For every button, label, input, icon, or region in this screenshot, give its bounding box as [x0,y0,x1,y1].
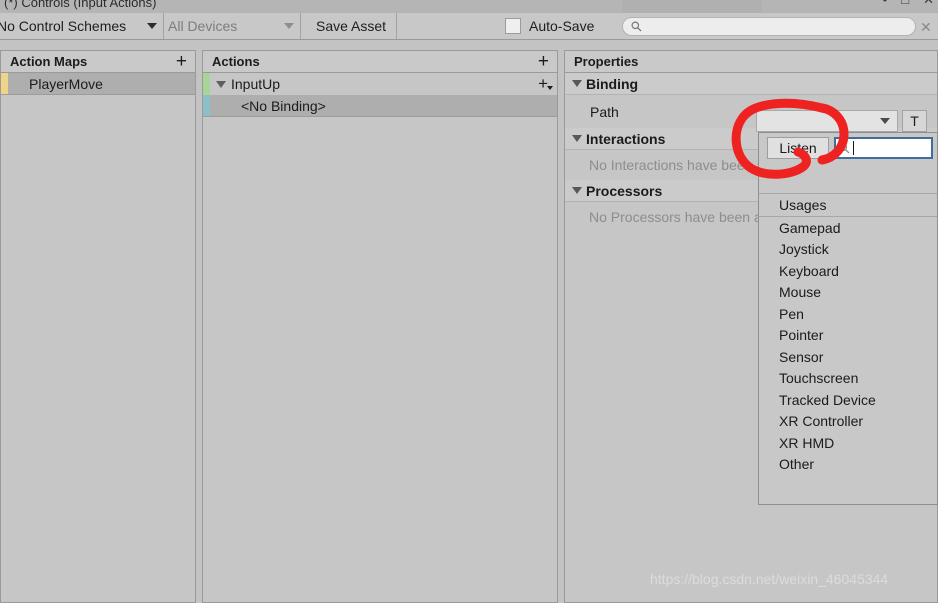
usage-item-pen[interactable]: Pen [759,303,937,325]
search-input[interactable] [647,19,907,34]
usage-item-gamepad[interactable]: Gamepad [759,217,937,239]
properties-header: Properties [565,51,937,73]
autosave-label: Auto-Save [529,18,595,34]
listen-button[interactable]: Listen [767,137,829,159]
binding-row-no-binding[interactable]: <No Binding> [203,95,557,117]
chevron-down-icon [547,86,553,90]
titlebar-tab[interactable] [622,0,762,13]
action-maps-panel: Action Maps + PlayerMove [0,50,196,603]
panel-title: Actions [212,54,260,69]
section-title: Binding [586,75,639,92]
usage-item-pointer[interactable]: Pointer [759,325,937,347]
add-binding-button[interactable]: + [538,74,553,93]
maximize-button[interactable]: □ [901,0,909,6]
path-text-toggle-button[interactable]: T [902,110,927,132]
binding-section-header[interactable]: Binding [565,73,937,95]
usage-item-mouse[interactable]: Mouse [759,282,937,304]
expand-triangle-icon[interactable] [216,80,226,88]
text-cursor [853,141,854,155]
path-picker-popup: Listen Usages Gamepad Joystick Keyboard … [758,132,938,505]
autosave-checkbox[interactable] [505,18,521,34]
autosave-group: Auto-Save [505,13,594,39]
usage-item-sensor[interactable]: Sensor [759,346,937,368]
add-action-button[interactable]: + [538,52,549,71]
row-accent-bar [1,73,8,94]
path-control: T [756,110,927,132]
add-binding-glyph: + [538,74,548,93]
usages-group-header: Usages [759,193,937,217]
save-asset-button[interactable]: Save Asset [306,13,398,39]
usage-item-other[interactable]: Other [759,454,937,476]
panel-title: Properties [574,54,639,69]
path-picker-spacer [759,163,937,193]
expand-triangle-icon[interactable] [572,80,582,87]
watermark-url: https://blog.csdn.net/weixin_46045344 [650,571,889,587]
toolbar: No Control Schemes All Devices Save Asse… [0,13,938,40]
chevron-down-icon [284,23,294,29]
usage-item-joystick[interactable]: Joystick [759,239,937,261]
action-map-row-playermove[interactable]: PlayerMove [1,73,195,95]
usage-item-touchscreen[interactable]: Touchscreen [759,368,937,390]
usage-item-xr-hmd[interactable]: XR HMD [759,432,937,454]
section-title: Interactions [586,130,666,147]
path-dropdown[interactable] [756,110,898,132]
expand-triangle-icon[interactable] [572,135,582,142]
control-schemes-dropdown[interactable]: No Control Schemes [0,13,164,39]
window-controls: • □ ✕ [883,0,934,6]
action-label: InputUp [231,76,281,92]
binding-label: <No Binding> [241,97,326,114]
chevron-down-icon [147,23,157,29]
toolbar-search-field[interactable] [622,17,916,36]
section-title: Processors [586,182,663,199]
path-picker-search-field[interactable] [834,137,933,159]
close-button[interactable]: ✕ [923,0,934,6]
unity-input-actions-window: (*) Controls (Input Actions) • □ ✕ No Co… [0,0,938,603]
row-accent-bar [203,73,210,95]
path-label: Path [590,103,619,120]
devices-label: All Devices [168,18,238,34]
usage-item-xr-controller[interactable]: XR Controller [759,411,937,433]
usage-item-tracked-device[interactable]: Tracked Device [759,389,937,411]
action-maps-header: Action Maps + [1,51,195,73]
action-row-inputup[interactable]: InputUp + [203,73,557,95]
search-icon [839,143,850,153]
devices-dropdown[interactable]: All Devices [168,13,301,39]
window-titlebar: (*) Controls (Input Actions) • □ ✕ [0,0,938,13]
row-accent-bar [203,95,210,116]
actions-header: Actions + [203,51,557,73]
expand-triangle-icon[interactable] [572,187,582,194]
add-action-map-button[interactable]: + [176,52,187,71]
save-asset-label: Save Asset [316,18,387,34]
search-icon [631,21,642,32]
control-schemes-label: No Control Schemes [0,18,127,34]
panel-title: Action Maps [10,54,88,69]
action-map-label: PlayerMove [29,75,103,92]
usage-item-keyboard[interactable]: Keyboard [759,260,937,282]
actions-panel: Actions + InputUp + <No Binding> [202,50,558,603]
path-picker-toolbar: Listen [759,133,937,163]
window-title: (*) Controls (Input Actions) [4,0,157,10]
minimize-button[interactable]: • [883,0,888,6]
chevron-down-icon [880,118,890,124]
clear-search-icon[interactable]: ✕ [920,20,932,34]
